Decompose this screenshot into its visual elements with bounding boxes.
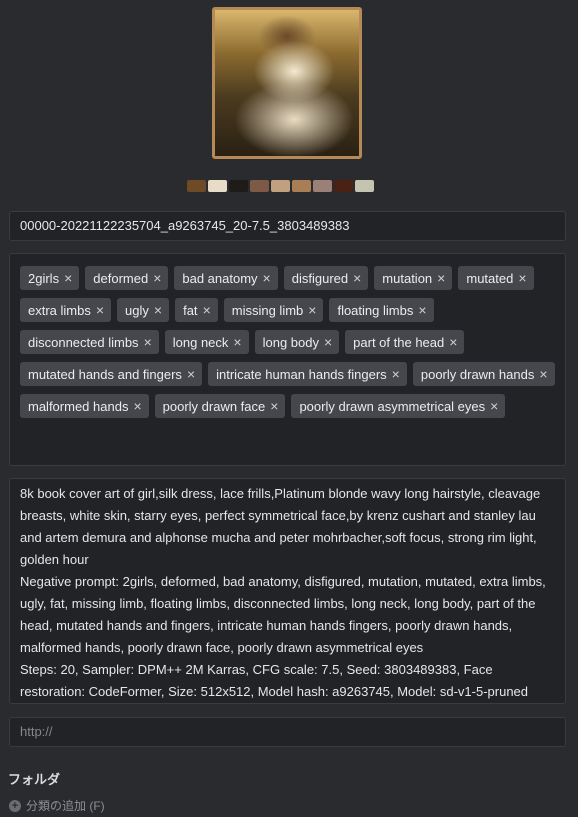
file-name-field[interactable]: 00000-20221122235704_a9263745_20-7.5_380… bbox=[9, 211, 566, 241]
palette-swatch[interactable] bbox=[313, 180, 332, 192]
tag-label: long body bbox=[262, 334, 319, 350]
annotation-params: Steps: 20, Sampler: DPM++ 2M Karras, CFG… bbox=[20, 662, 529, 699]
tag-label: disconnected limbs bbox=[28, 334, 139, 350]
tag-chip[interactable]: disconnected limbs × bbox=[20, 330, 159, 354]
tags-field[interactable]: 2girls × deformed × bad anatomy × disfigured × m… bbox=[9, 253, 566, 466]
close-icon[interactable]: × bbox=[64, 270, 72, 286]
close-icon[interactable]: × bbox=[418, 302, 426, 318]
add-folder-button[interactable]: + 分類の追加 (F) bbox=[9, 797, 105, 814]
close-icon[interactable]: × bbox=[203, 302, 211, 318]
add-folder-label: 分類の追加 (F) bbox=[26, 799, 105, 813]
tag-chip[interactable]: mutation × bbox=[374, 266, 453, 290]
close-icon[interactable]: × bbox=[153, 270, 161, 286]
palette-swatch[interactable] bbox=[271, 180, 290, 192]
tag-chip[interactable]: intricate human hands fingers × bbox=[208, 362, 407, 386]
palette-swatch[interactable] bbox=[334, 180, 353, 192]
tag-chip[interactable]: mutated × bbox=[458, 266, 534, 290]
close-icon[interactable]: × bbox=[154, 302, 162, 318]
close-icon[interactable]: × bbox=[353, 270, 361, 286]
annotation-field[interactable]: 8k book cover art of girl,silk dress, la… bbox=[9, 478, 566, 704]
tag-chip[interactable]: long body × bbox=[254, 330, 340, 354]
close-icon[interactable]: × bbox=[437, 270, 445, 286]
tag-chip[interactable]: part of the head × bbox=[345, 330, 465, 354]
palette-swatch[interactable] bbox=[208, 180, 227, 192]
tag-chip[interactable]: mutated hands and fingers × bbox=[20, 362, 203, 386]
tag-list: 2girls × deformed × bad anatomy × disfigured × m… bbox=[20, 266, 555, 418]
folder-heading: フォルダ bbox=[8, 772, 61, 787]
tag-label: poorly drawn face bbox=[162, 398, 266, 414]
tag-label: long neck bbox=[172, 334, 229, 350]
tag-label: deformed bbox=[93, 270, 149, 286]
close-icon[interactable]: × bbox=[392, 366, 400, 382]
tag-label: extra limbs bbox=[28, 302, 91, 318]
annotation-prompt: 8k book cover art of girl,silk dress, la… bbox=[20, 486, 541, 567]
tag-chip[interactable]: extra limbs × bbox=[20, 298, 112, 322]
tag-label: mutated hands and fingers bbox=[28, 366, 182, 382]
tag-label: fat bbox=[183, 302, 198, 318]
tag-chip[interactable]: deformed × bbox=[85, 266, 169, 290]
palette-swatch[interactable] bbox=[229, 180, 248, 192]
url-field[interactable]: http:// bbox=[9, 717, 566, 747]
tag-label: malformed hands bbox=[28, 398, 129, 414]
close-icon[interactable]: × bbox=[308, 302, 316, 318]
close-icon[interactable]: × bbox=[518, 270, 526, 286]
tag-label: 2girls bbox=[28, 270, 60, 286]
close-icon[interactable]: × bbox=[449, 334, 457, 350]
palette-swatch[interactable] bbox=[292, 180, 311, 192]
tag-label: poorly drawn asymmetrical eyes bbox=[299, 398, 486, 414]
tag-chip[interactable]: poorly drawn hands × bbox=[412, 362, 555, 386]
tag-chip[interactable]: ugly × bbox=[117, 298, 170, 322]
tag-chip[interactable]: floating limbs × bbox=[329, 298, 434, 322]
image-preview[interactable] bbox=[212, 7, 362, 159]
tag-chip[interactable]: malformed hands × bbox=[20, 394, 149, 418]
tag-label: disfigured bbox=[291, 270, 349, 286]
tag-chip[interactable]: poorly drawn asymmetrical eyes × bbox=[291, 394, 506, 418]
close-icon[interactable]: × bbox=[187, 366, 195, 382]
close-icon[interactable]: × bbox=[263, 270, 271, 286]
tag-label: part of the head bbox=[353, 334, 445, 350]
tag-label: mutation bbox=[382, 270, 433, 286]
tag-label: floating limbs bbox=[337, 302, 414, 318]
tag-label: bad anatomy bbox=[182, 270, 258, 286]
tag-chip[interactable]: disfigured × bbox=[283, 266, 369, 290]
tag-chip[interactable]: bad anatomy × bbox=[174, 266, 278, 290]
tag-label: missing limb bbox=[231, 302, 304, 318]
tag-chip[interactable]: 2girls × bbox=[20, 266, 80, 290]
tag-label: ugly bbox=[125, 302, 149, 318]
annotation-negative: Negative prompt: 2girls, deformed, bad a… bbox=[20, 574, 546, 655]
palette-swatch[interactable] bbox=[250, 180, 269, 192]
close-icon[interactable]: × bbox=[233, 334, 241, 350]
tag-chip[interactable]: long neck × bbox=[164, 330, 249, 354]
tag-chip[interactable]: poorly drawn face × bbox=[154, 394, 286, 418]
close-icon[interactable]: × bbox=[324, 334, 332, 350]
palette-swatch[interactable] bbox=[187, 180, 206, 192]
color-palette bbox=[187, 180, 374, 192]
plus-circle-icon: + bbox=[9, 799, 21, 812]
close-icon[interactable]: × bbox=[144, 334, 152, 350]
preview-thumbnail[interactable] bbox=[212, 7, 362, 159]
close-icon[interactable]: × bbox=[539, 366, 547, 382]
tag-label: mutated bbox=[466, 270, 514, 286]
palette-swatch[interactable] bbox=[355, 180, 374, 192]
close-icon[interactable]: × bbox=[490, 398, 498, 414]
tag-chip[interactable]: missing limb × bbox=[223, 298, 324, 322]
tag-label: poorly drawn hands bbox=[420, 366, 535, 382]
close-icon[interactable]: × bbox=[133, 398, 141, 414]
tag-chip[interactable]: fat × bbox=[175, 298, 218, 322]
close-icon[interactable]: × bbox=[96, 302, 104, 318]
close-icon[interactable]: × bbox=[270, 398, 278, 414]
tag-label: intricate human hands fingers bbox=[216, 366, 387, 382]
